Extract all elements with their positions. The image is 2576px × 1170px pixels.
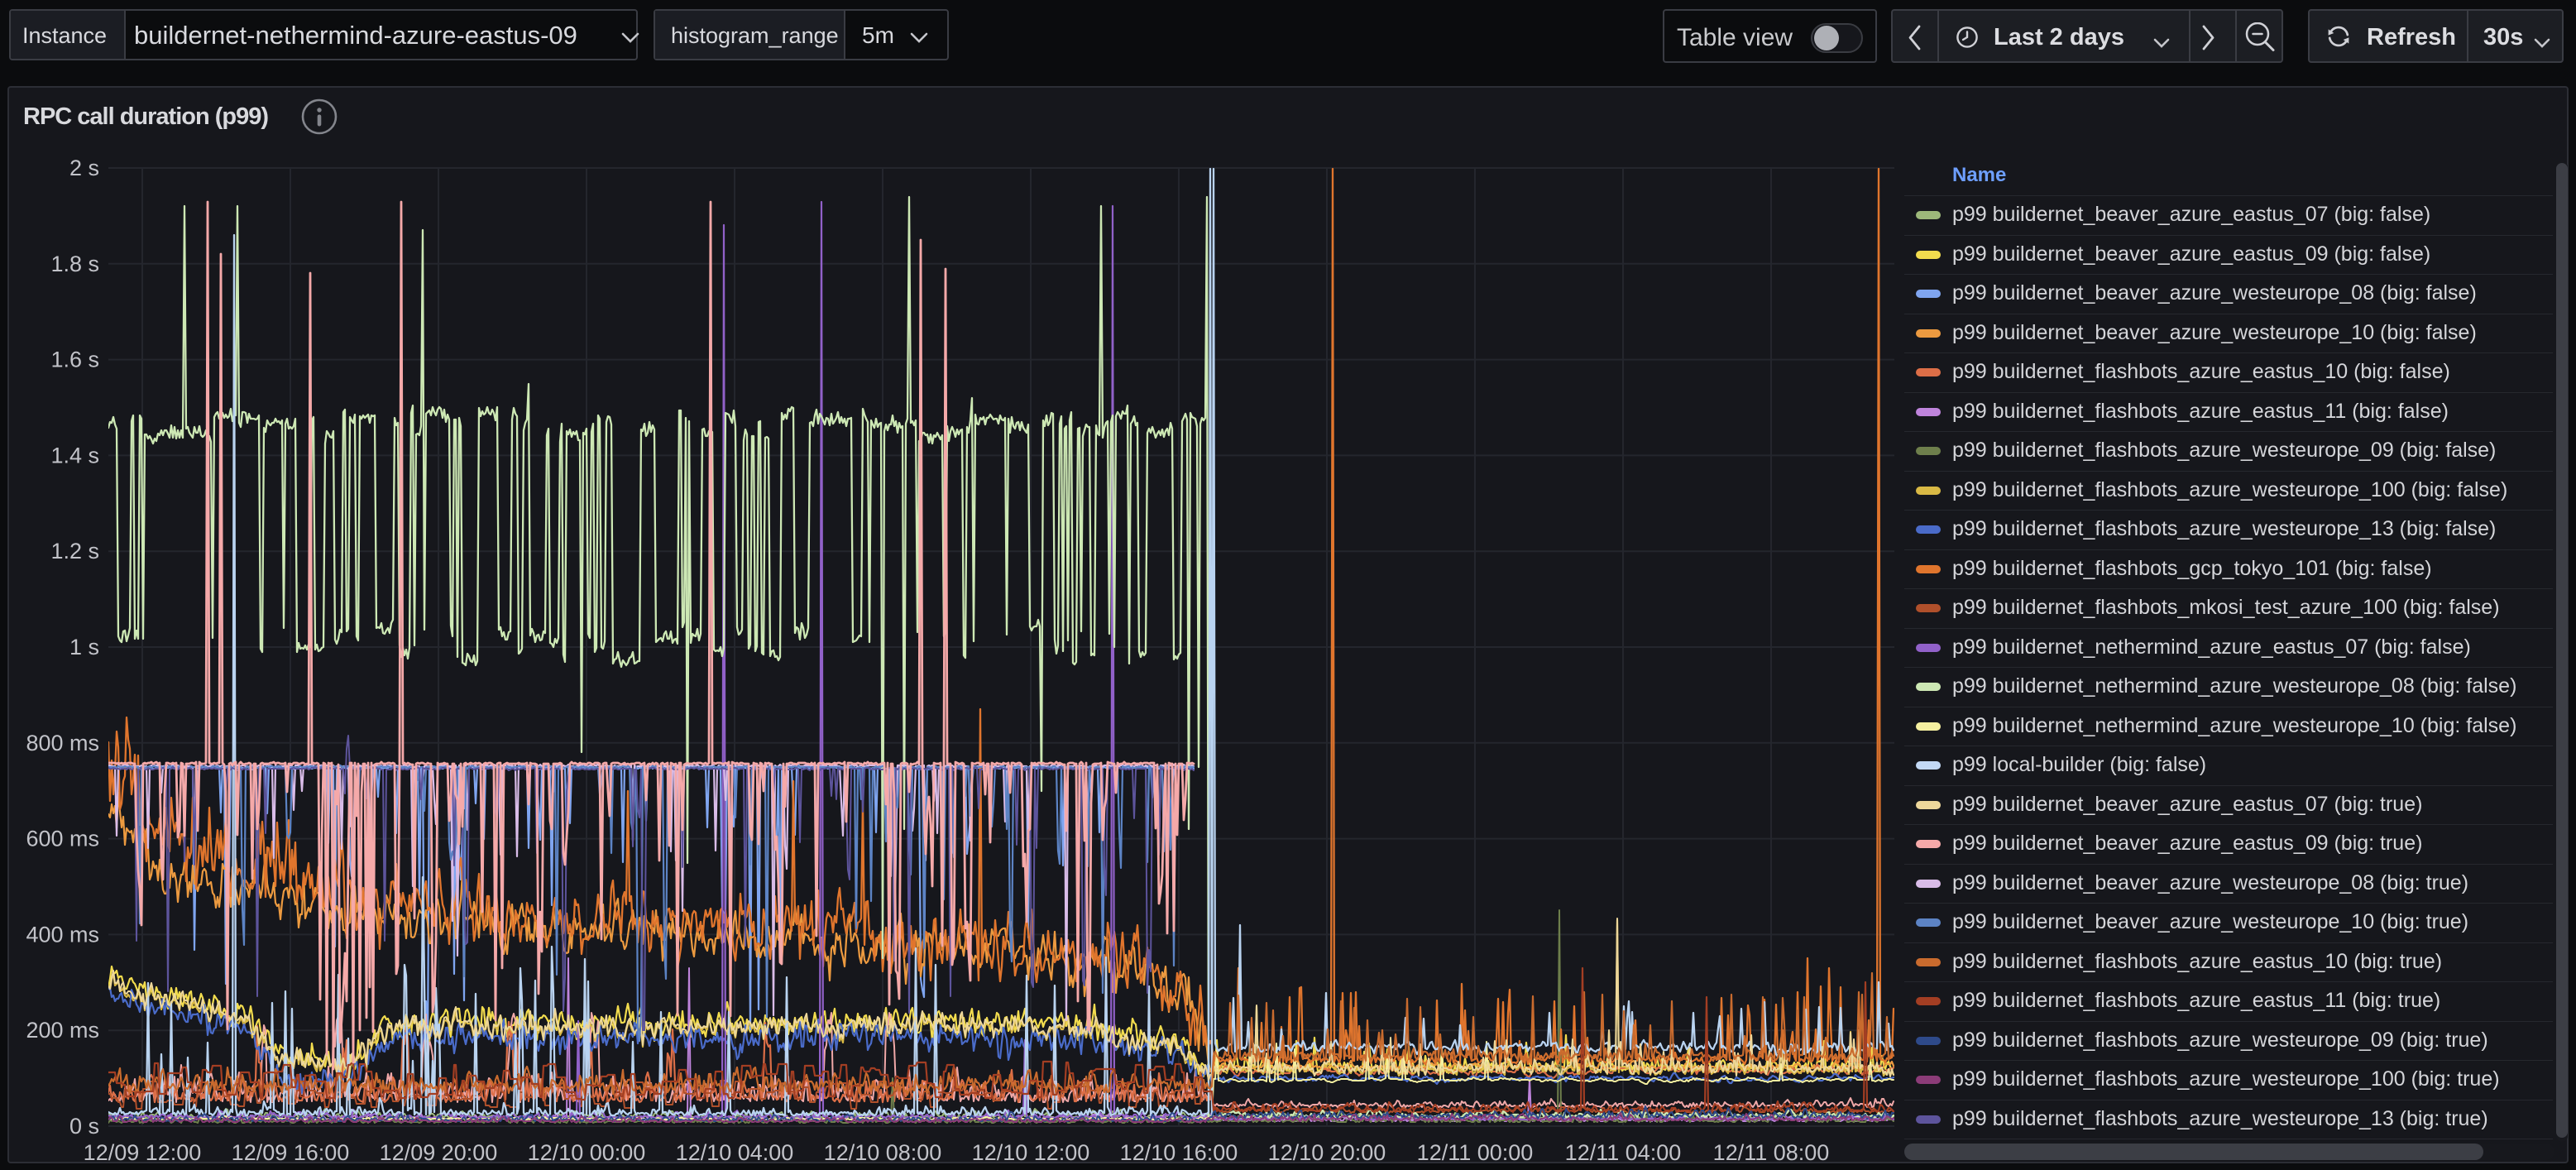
svg-text:12/09 12:00: 12/09 12:00	[84, 1140, 202, 1165]
svg-text:12/10 04:00: 12/10 04:00	[676, 1140, 794, 1165]
svg-text:12/11 00:00: 12/11 00:00	[1417, 1140, 1534, 1165]
svg-text:12/10 00:00: 12/10 00:00	[528, 1140, 646, 1165]
svg-text:1.4 s: 1.4 s	[50, 443, 99, 468]
svg-text:600 ms: 600 ms	[26, 827, 99, 851]
svg-text:1.8 s: 1.8 s	[50, 252, 99, 276]
svg-text:12/11 08:00: 12/11 08:00	[1713, 1140, 1830, 1165]
svg-text:12/09 20:00: 12/09 20:00	[380, 1140, 498, 1165]
svg-text:12/11 04:00: 12/11 04:00	[1565, 1140, 1682, 1165]
svg-text:12/10 20:00: 12/10 20:00	[1268, 1140, 1386, 1165]
svg-text:200 ms: 200 ms	[26, 1018, 99, 1043]
svg-text:12/10 16:00: 12/10 16:00	[1120, 1140, 1238, 1165]
svg-text:1 s: 1 s	[69, 635, 99, 659]
svg-text:12/10 08:00: 12/10 08:00	[824, 1140, 942, 1165]
svg-text:800 ms: 800 ms	[26, 731, 99, 755]
svg-text:0 s: 0 s	[69, 1114, 99, 1139]
svg-text:400 ms: 400 ms	[26, 922, 99, 947]
svg-text:1.6 s: 1.6 s	[50, 348, 99, 372]
svg-text:12/10 12:00: 12/10 12:00	[972, 1140, 1090, 1165]
svg-text:1.2 s: 1.2 s	[50, 539, 99, 563]
svg-text:12/09 16:00: 12/09 16:00	[232, 1140, 350, 1165]
svg-text:2 s: 2 s	[69, 156, 99, 180]
